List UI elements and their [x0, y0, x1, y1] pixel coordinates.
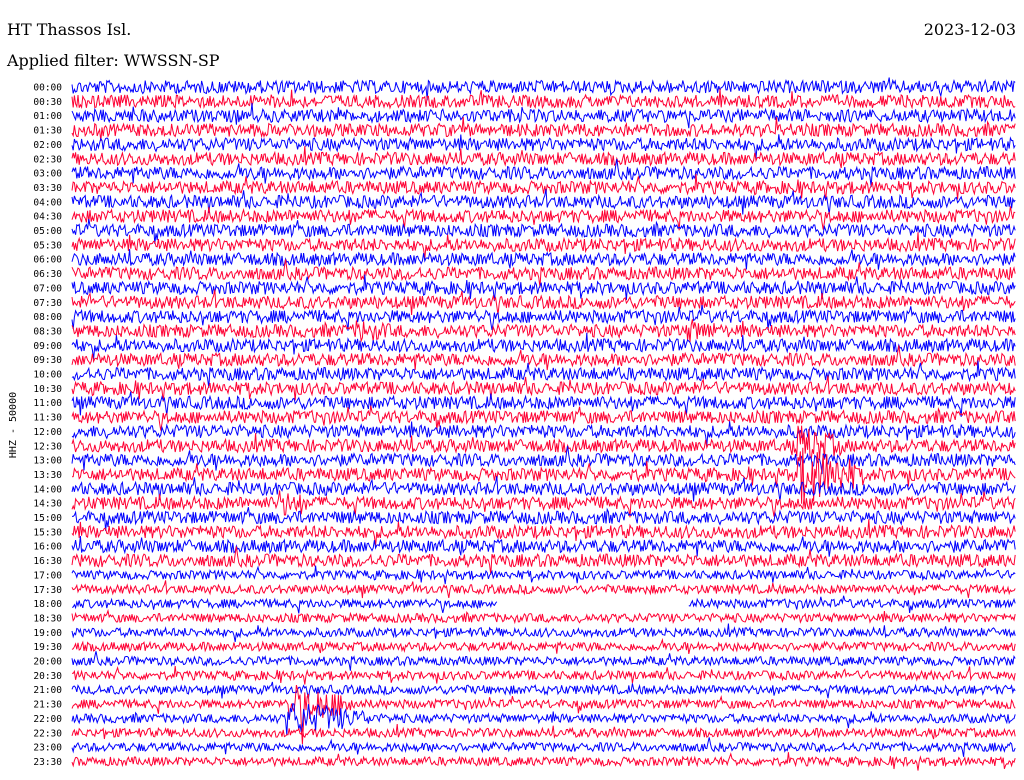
trace-0830 — [71, 319, 1016, 343]
trace-1800 — [71, 595, 1016, 614]
row-label: 16:00 — [33, 542, 62, 553]
row-label: 01:00 — [33, 111, 62, 122]
trace-0230 — [71, 146, 1016, 169]
row-label: 20:00 — [33, 657, 62, 668]
trace-group — [71, 77, 1016, 771]
trace-0130 — [71, 117, 1016, 142]
row-label: 02:00 — [33, 140, 62, 151]
trace-0730 — [71, 289, 1016, 316]
trace-1030 — [71, 375, 1016, 402]
trace-2000 — [71, 651, 1016, 671]
trace-1200 — [71, 421, 1016, 446]
row-label: 05:00 — [33, 226, 62, 237]
row-label: 10:30 — [33, 384, 62, 395]
row-label: 13:30 — [33, 470, 62, 481]
trace-1830 — [71, 608, 1016, 625]
row-label: 05:30 — [33, 240, 62, 251]
trace-2100 — [71, 681, 1016, 699]
trace-2330 — [71, 752, 1016, 771]
row-label: 15:00 — [33, 513, 62, 524]
trace-1400 — [71, 476, 1016, 502]
row-label: 04:00 — [33, 197, 62, 208]
row-label: 06:30 — [33, 269, 62, 280]
row-label: 12:30 — [33, 441, 62, 452]
trace-1530 — [71, 519, 1016, 546]
row-label: 08:00 — [33, 312, 62, 323]
trace-0100 — [71, 102, 1016, 129]
row-label: 22:00 — [33, 714, 62, 725]
row-label: 02:30 — [33, 154, 62, 165]
row-label: 07:30 — [33, 298, 62, 309]
row-label: 17:30 — [33, 585, 62, 596]
row-label: 04:30 — [33, 212, 62, 223]
trace-2230 — [71, 724, 1016, 740]
row-label: 19:00 — [33, 628, 62, 639]
trace-2200 — [71, 703, 1016, 736]
trace-1430 — [71, 490, 1016, 518]
row-label: 21:00 — [33, 685, 62, 696]
row-label: 10:00 — [33, 370, 62, 381]
row-label: 09:00 — [33, 341, 62, 352]
row-label: 16:30 — [33, 556, 62, 567]
trace-1600 — [71, 535, 1016, 557]
trace-1730 — [71, 580, 1016, 599]
trace-1700 — [71, 565, 1016, 585]
row-label: 03:30 — [33, 183, 62, 194]
row-label: 19:30 — [33, 642, 62, 653]
row-label: 18:30 — [33, 613, 62, 624]
row-label: 08:30 — [33, 326, 62, 337]
row-label: 09:30 — [33, 355, 62, 366]
row-label: 23:30 — [33, 757, 62, 768]
row-label: 18:00 — [33, 599, 62, 610]
row-label: 21:30 — [33, 700, 62, 711]
row-label-group: 00:00 00:30 01:00 01:30 02:00 02:30 03:00 03:30… — [33, 83, 62, 768]
row-label: 22:30 — [33, 728, 62, 739]
y-axis-label: HHZ - 50000 — [8, 392, 19, 458]
row-label: 00:00 — [33, 83, 62, 94]
row-label: 20:30 — [33, 671, 62, 682]
trace-2030 — [71, 665, 1016, 685]
trace-0330 — [71, 173, 1016, 201]
trace-0630 — [71, 259, 1016, 288]
trace-1900 — [71, 623, 1016, 642]
row-label: 00:30 — [33, 97, 62, 108]
row-label: 03:00 — [33, 169, 62, 180]
trace-2300 — [71, 737, 1016, 757]
row-label: 01:30 — [33, 126, 62, 137]
row-label: 06:00 — [33, 255, 62, 266]
row-label: 23:00 — [33, 743, 62, 754]
trace-0200 — [71, 134, 1016, 159]
row-label: 14:00 — [33, 484, 62, 495]
row-label: 11:30 — [33, 413, 62, 424]
row-label: 13:00 — [33, 456, 62, 467]
row-label: 17:00 — [33, 570, 62, 581]
trace-0000 — [71, 77, 1016, 101]
row-label: 15:30 — [33, 527, 62, 538]
row-label: 12:00 — [33, 427, 62, 438]
row-label: 14:30 — [33, 499, 62, 510]
row-label: 07:00 — [33, 283, 62, 294]
seismogram-plot: 00:00 00:30 01:00 01:30 02:00 02:30 03:00 03:30… — [8, 77, 1016, 771]
row-label: 11:00 — [33, 398, 62, 409]
trace-1930 — [71, 637, 1016, 655]
